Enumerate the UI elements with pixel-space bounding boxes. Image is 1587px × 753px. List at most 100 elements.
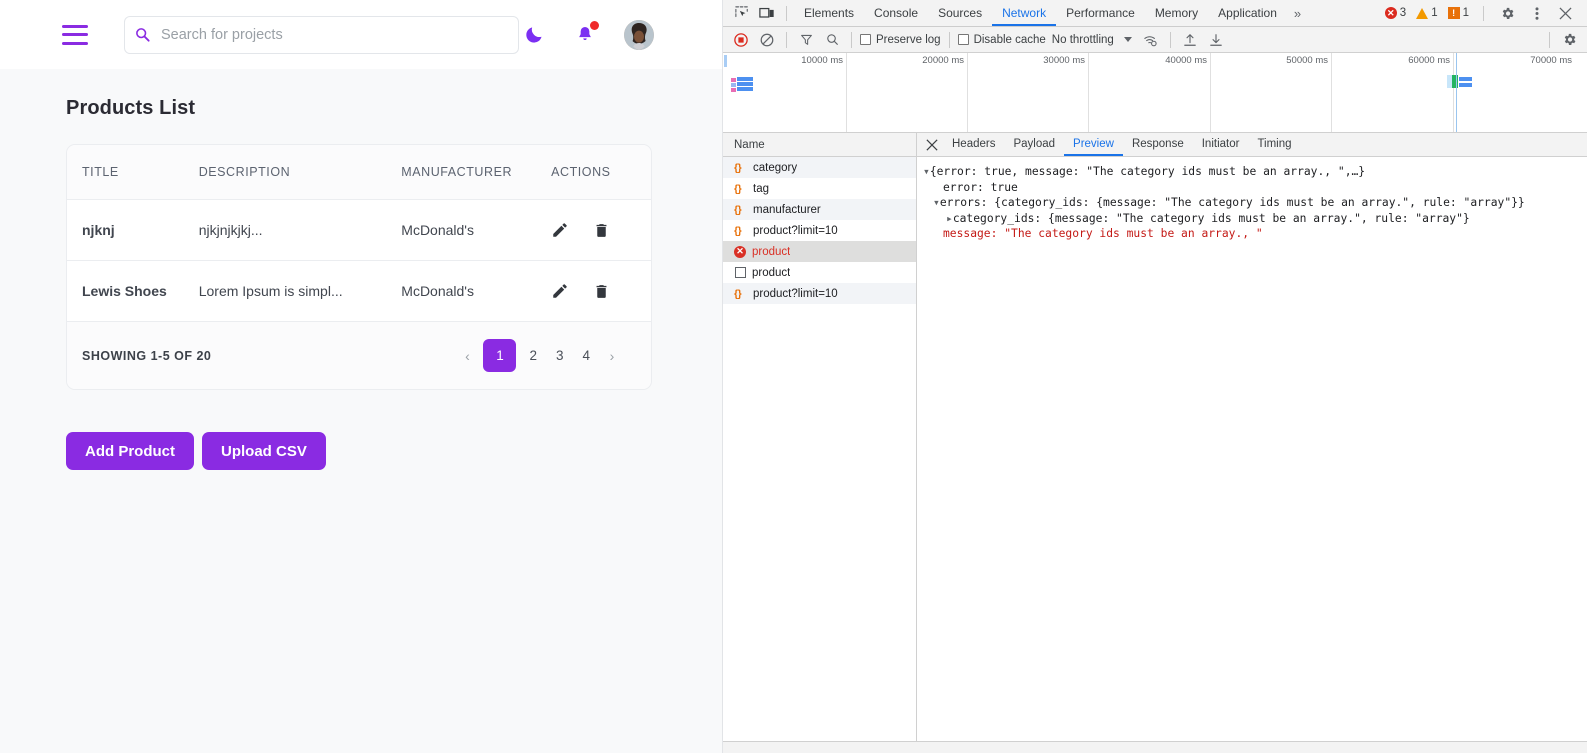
issue-counters: ✕ 3 1 ! 1 (1382, 1, 1581, 25)
preview-line-errors[interactable]: ▾errors: {category_ids: {message: "The c… (923, 195, 1587, 211)
search-icon (136, 28, 150, 42)
detail-tab-timing[interactable]: Timing (1248, 133, 1300, 156)
detail-tab-preview[interactable]: Preview (1064, 133, 1123, 156)
tab-console[interactable]: Console (864, 0, 928, 26)
clear-icon[interactable] (754, 28, 780, 52)
request-name: product (752, 245, 791, 258)
app-body: Products List TITLE DESCRIPTION MANUFACT… (0, 69, 722, 470)
screen: Products List TITLE DESCRIPTION MANUFACT… (0, 0, 1587, 753)
info-count-badge[interactable]: ! 1 (1445, 7, 1472, 19)
table-body: njknj njkjnjkjkj... McDonald's Lewis Sho… (67, 199, 651, 322)
request-name: product?limit=10 (753, 224, 838, 237)
pagination-next[interactable]: › (603, 340, 621, 371)
search-input[interactable] (159, 25, 508, 44)
request-row-product-doc[interactable]: product (723, 262, 916, 283)
warning-count: 1 (1431, 7, 1438, 19)
cell-description: njkjnjkjkj... (198, 199, 402, 261)
tab-performance[interactable]: Performance (1056, 0, 1145, 26)
delete-row-button[interactable] (593, 283, 610, 300)
upload-csv-button[interactable]: Upload CSV (202, 432, 326, 470)
request-row-tag[interactable]: {} tag (723, 178, 916, 199)
cell-title: Lewis Shoes (67, 260, 199, 322)
request-name: product (752, 266, 791, 279)
avatar[interactable] (624, 19, 654, 50)
pagination: ‹ 1 2 3 4 › (458, 339, 621, 372)
close-detail-icon[interactable] (921, 134, 943, 156)
page-title: Products List (66, 97, 196, 119)
user-avatar-image (624, 19, 654, 50)
preview-line-text: {error: true, message: "The category ids… (929, 165, 1366, 178)
cell-actions (551, 199, 651, 261)
preview-line-category-ids[interactable]: ▸category_ids: {message: "The category i… (923, 211, 1587, 227)
disclosure-triangle-collapsed-icon[interactable]: ▸ (946, 212, 953, 225)
tab-sources[interactable]: Sources (928, 0, 992, 26)
cell-manufacturer: McDonald's (401, 260, 552, 322)
divider (786, 5, 787, 21)
warning-count-badge[interactable]: 1 (1413, 7, 1440, 19)
search-bar[interactable] (124, 15, 519, 54)
theme-toggle-button[interactable] (522, 22, 546, 48)
pagination-page-4[interactable]: 4 (576, 340, 596, 371)
column-header-description: DESCRIPTION (198, 145, 402, 200)
network-conditions-icon[interactable] (1138, 28, 1164, 52)
request-row-product-limit-1[interactable]: {} product?limit=10 (723, 220, 916, 241)
device-toolbar-icon[interactable] (754, 1, 779, 25)
more-vertical-icon[interactable] (1524, 1, 1549, 25)
column-header-actions: ACTIONS (551, 145, 651, 200)
error-count-badge[interactable]: ✕ 3 (1382, 7, 1409, 19)
detail-tab-initiator[interactable]: Initiator (1193, 133, 1249, 156)
chevron-down-icon[interactable] (1123, 37, 1132, 42)
disable-cache-checkbox[interactable]: Disable cache (956, 34, 1048, 46)
notifications-button[interactable] (573, 20, 599, 48)
pagination-page-3[interactable]: 3 (550, 340, 570, 371)
tick-label: 50000 ms (1286, 55, 1328, 66)
import-har-icon[interactable] (1177, 28, 1203, 52)
tab-network[interactable]: Network (992, 0, 1056, 26)
tick-label: 40000 ms (1165, 55, 1207, 66)
tick-label: 60000 ms (1408, 55, 1450, 66)
preserve-log-checkbox[interactable]: Preserve log (858, 34, 943, 46)
close-devtools-icon[interactable] (1553, 1, 1578, 25)
preview-line-root[interactable]: ▾{error: true, message: "The category id… (923, 164, 1587, 180)
disclosure-triangle-icon[interactable]: ▾ (923, 165, 930, 178)
detail-tab-payload[interactable]: Payload (1004, 133, 1064, 156)
network-settings-gear-icon[interactable] (1556, 28, 1582, 52)
detail-tab-headers[interactable]: Headers (943, 133, 1004, 156)
row-actions (551, 221, 651, 239)
filter-icon[interactable] (793, 28, 819, 52)
request-row-category[interactable]: {} category (723, 157, 916, 178)
edit-row-button[interactable] (551, 282, 569, 300)
request-row-manufacturer[interactable]: {} manufacturer (723, 199, 916, 220)
error-icon: ✕ (1384, 7, 1397, 19)
disclosure-triangle-icon[interactable]: ▾ (933, 196, 940, 209)
trash-icon (596, 223, 607, 237)
pagination-page-2[interactable]: 2 (523, 340, 543, 371)
table-header: TITLE DESCRIPTION MANUFACTURER ACTIONS (67, 145, 651, 200)
record-stop-icon[interactable] (728, 28, 754, 52)
json-type-icon: {} (734, 287, 742, 300)
pagination-page-1[interactable]: 1 (483, 339, 517, 372)
detail-tab-response[interactable]: Response (1123, 133, 1193, 156)
throttling-select[interactable]: No throttling (1048, 34, 1118, 46)
tab-elements[interactable]: Elements (794, 0, 864, 26)
inspect-element-icon[interactable] (729, 1, 754, 25)
delete-row-button[interactable] (593, 222, 610, 239)
pagination-prev[interactable]: ‹ (458, 340, 476, 371)
disable-cache-label: Disable cache (973, 33, 1046, 46)
cell-manufacturer: McDonald's (401, 199, 552, 261)
gear-icon[interactable] (1495, 1, 1520, 25)
more-tabs-icon[interactable]: » (1287, 6, 1308, 21)
network-overview-timeline[interactable]: 10000 ms 20000 ms 30000 ms 40000 ms 5000… (723, 53, 1587, 133)
request-row-product-error[interactable]: ✕ product (723, 241, 916, 262)
add-product-button[interactable]: Add Product (66, 432, 194, 470)
export-har-icon[interactable] (1203, 28, 1229, 52)
checkbox-box (860, 34, 871, 45)
request-row-product-limit-2[interactable]: {} product?limit=10 (723, 283, 916, 304)
request-list-header[interactable]: Name (723, 133, 916, 157)
search-icon[interactable] (819, 28, 845, 52)
edit-row-button[interactable] (551, 221, 569, 239)
tab-application[interactable]: Application (1208, 0, 1287, 26)
table-row: njknj njkjnjkjkj... McDonald's (67, 199, 651, 261)
hamburger-icon[interactable] (62, 24, 88, 45)
tab-memory[interactable]: Memory (1145, 0, 1208, 26)
